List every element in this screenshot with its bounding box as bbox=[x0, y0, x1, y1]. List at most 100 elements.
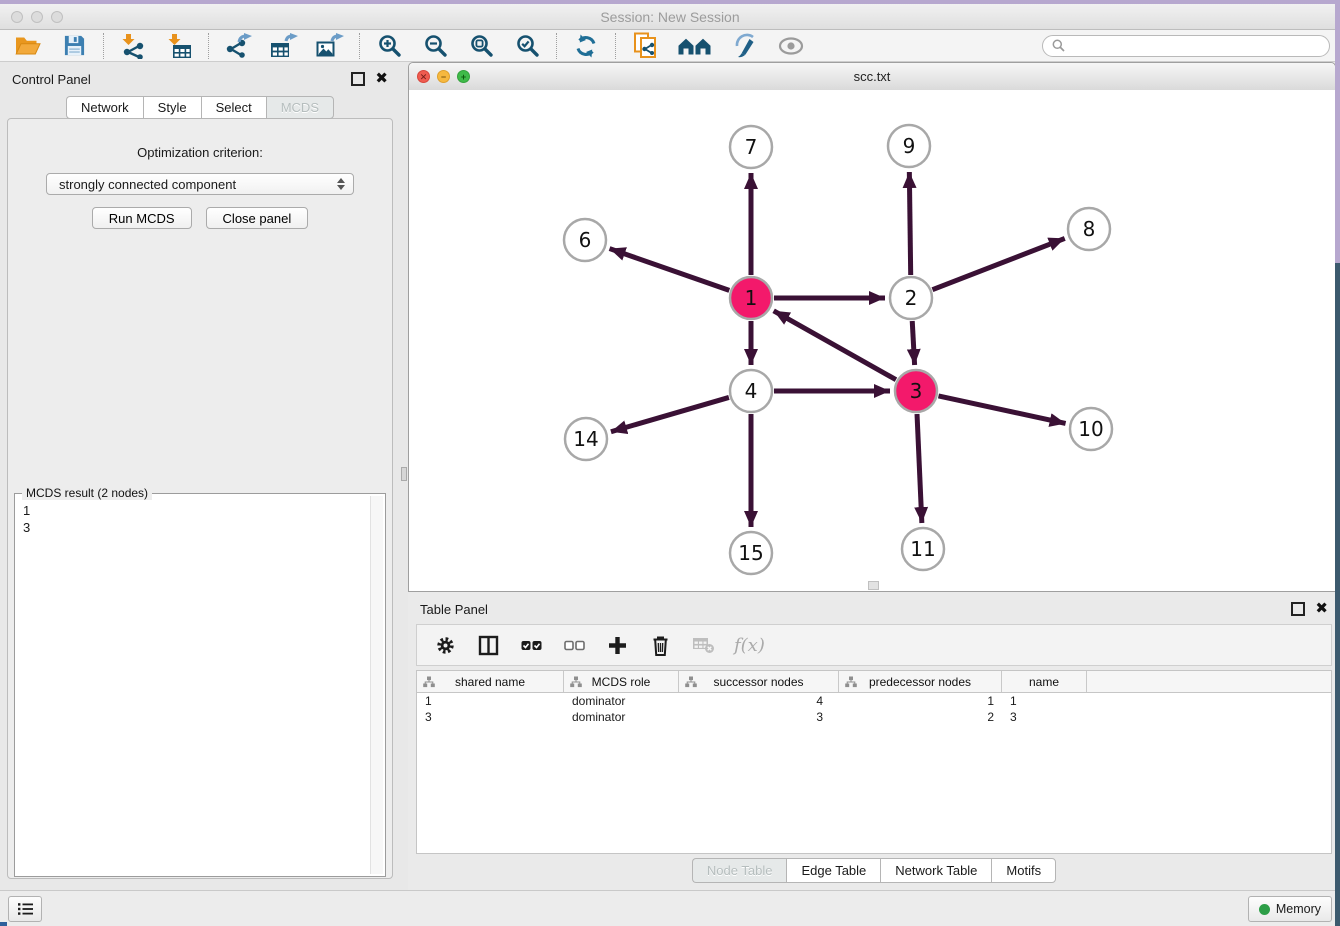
close-panel-button[interactable]: Close panel bbox=[206, 207, 309, 229]
graph-node-label: 10 bbox=[1078, 417, 1103, 441]
window-titlebar: Session: New Session bbox=[0, 4, 1340, 30]
memory-label: Memory bbox=[1276, 902, 1321, 916]
panel-splitter[interactable] bbox=[400, 62, 408, 890]
gear-icon bbox=[435, 635, 456, 656]
zoom-selected-button[interactable] bbox=[511, 32, 543, 60]
select-all-columns-button[interactable] bbox=[519, 633, 543, 657]
horizontal-scroll-handle[interactable] bbox=[868, 581, 879, 590]
close-panel-icon[interactable]: ✖ bbox=[375, 74, 388, 84]
tab-network-table[interactable]: Network Table bbox=[880, 858, 991, 883]
graph-edge-3-1[interactable] bbox=[774, 311, 896, 380]
memory-button[interactable]: Memory bbox=[1248, 896, 1332, 922]
graph-node-label: 2 bbox=[905, 286, 918, 310]
window-title: Session: New Session bbox=[0, 9, 1340, 25]
table-cell: 2 bbox=[839, 709, 1002, 725]
close-window-button[interactable] bbox=[11, 11, 23, 23]
search-icon bbox=[1052, 39, 1065, 52]
network-overview-button[interactable] bbox=[675, 32, 715, 60]
splitter-handle[interactable] bbox=[401, 467, 407, 481]
minimize-window-button[interactable] bbox=[31, 11, 43, 23]
result-scrollbar[interactable] bbox=[370, 496, 383, 874]
graph-node-label: 15 bbox=[738, 541, 763, 565]
table-cell: 3 bbox=[1002, 709, 1087, 725]
graph-node-label: 9 bbox=[903, 134, 916, 158]
column-header-mcds-role[interactable]: MCDS role bbox=[564, 671, 679, 692]
refresh-view-button[interactable] bbox=[570, 32, 602, 60]
import-network-button[interactable] bbox=[117, 32, 149, 60]
mcds-result-group: MCDS result (2 nodes) 1 3 bbox=[14, 493, 386, 877]
export-network-button[interactable] bbox=[222, 32, 254, 60]
column-header-successor-nodes[interactable]: successor nodes bbox=[679, 671, 839, 692]
float-table-panel-icon[interactable] bbox=[1291, 602, 1305, 616]
column-header-shared-name[interactable]: shared name bbox=[417, 671, 564, 692]
task-history-button[interactable] bbox=[8, 896, 42, 922]
tab-edge-table[interactable]: Edge Table bbox=[786, 858, 880, 883]
zoom-window-button[interactable] bbox=[51, 11, 63, 23]
graph-edge-2-8[interactable] bbox=[932, 238, 1064, 289]
column-header-name[interactable]: name bbox=[1002, 671, 1087, 692]
run-mcds-button[interactable]: Run MCDS bbox=[92, 207, 192, 229]
tab-node-table[interactable]: Node Table bbox=[692, 858, 787, 883]
open-session-button[interactable] bbox=[12, 32, 44, 60]
desktop-corner bbox=[0, 922, 7, 926]
float-panel-icon[interactable] bbox=[351, 72, 365, 86]
tab-motifs[interactable]: Motifs bbox=[991, 858, 1056, 883]
apply-style-button[interactable] bbox=[729, 32, 761, 60]
table-row[interactable]: 1dominator411 bbox=[417, 693, 1331, 709]
zoom-out-button[interactable] bbox=[419, 32, 451, 60]
criterion-select[interactable]: strongly connected component bbox=[46, 173, 354, 195]
column-header-predecessor-nodes[interactable]: predecessor nodes bbox=[839, 671, 1002, 692]
add-column-button[interactable] bbox=[605, 633, 629, 657]
column-settings-button[interactable] bbox=[433, 633, 457, 657]
delete-table-button bbox=[691, 633, 715, 657]
network-window-title: scc.txt bbox=[854, 69, 891, 84]
zoom-in-button[interactable] bbox=[373, 32, 405, 60]
network-maximize-button[interactable]: + bbox=[457, 70, 470, 83]
close-table-panel-icon[interactable]: ✖ bbox=[1315, 604, 1328, 614]
trash-icon bbox=[650, 634, 671, 656]
control-panel: Control Panel ✖ Network Style Select MCD… bbox=[0, 62, 400, 890]
network-close-button[interactable]: ✕ bbox=[417, 70, 430, 83]
show-column-panel-button[interactable] bbox=[476, 633, 500, 657]
graph-node-label: 6 bbox=[579, 228, 592, 252]
network-window-titlebar[interactable]: ✕ − + scc.txt bbox=[409, 63, 1335, 91]
network-view-window: ✕ − + scc.txt 7968124314101511 bbox=[408, 62, 1336, 592]
control-panel-tabs: Network Style Select MCDS bbox=[0, 96, 400, 119]
columns-icon bbox=[478, 635, 499, 656]
graph-edge-4-14[interactable] bbox=[611, 397, 729, 431]
export-image-button[interactable] bbox=[314, 32, 346, 60]
unchecked-boxes-icon bbox=[564, 635, 585, 656]
search-box[interactable] bbox=[1042, 35, 1330, 57]
show-hide-details-button[interactable] bbox=[775, 32, 807, 60]
table-cell: 1 bbox=[1002, 693, 1087, 709]
table-cell: 3 bbox=[679, 709, 839, 725]
table-row[interactable]: 3dominator323 bbox=[417, 709, 1331, 725]
graph-edge-3-11[interactable] bbox=[917, 414, 922, 523]
export-table-icon bbox=[270, 33, 298, 59]
save-session-button[interactable] bbox=[58, 32, 90, 60]
tab-select[interactable]: Select bbox=[201, 96, 266, 119]
import-table-button[interactable] bbox=[163, 32, 195, 60]
tab-mcds[interactable]: MCDS bbox=[266, 96, 334, 119]
graph-edge-3-10[interactable] bbox=[938, 396, 1065, 424]
network-window-controls: ✕ − + bbox=[417, 70, 470, 83]
table-panel-title: Table Panel bbox=[420, 602, 488, 617]
optimization-criterion-label: Optimization criterion: bbox=[8, 145, 392, 160]
tab-style[interactable]: Style bbox=[143, 96, 201, 119]
search-input[interactable] bbox=[1071, 37, 1320, 54]
mcds-result-text[interactable]: 1 3 bbox=[17, 496, 369, 874]
tab-network[interactable]: Network bbox=[66, 96, 143, 119]
graph-edge-2-3[interactable] bbox=[912, 321, 914, 365]
deselect-all-columns-button[interactable] bbox=[562, 633, 586, 657]
table-tabs: Node Table Edge Table Network Table Moti… bbox=[408, 858, 1340, 883]
delete-columns-button[interactable] bbox=[648, 633, 672, 657]
memory-status-dot bbox=[1259, 904, 1270, 915]
zoom-fit-button[interactable] bbox=[465, 32, 497, 60]
graph-edge-1-6[interactable] bbox=[610, 249, 730, 291]
network-canvas[interactable]: 7968124314101511 bbox=[409, 90, 1335, 591]
export-table-button[interactable] bbox=[268, 32, 300, 60]
graph-edge-2-9[interactable] bbox=[909, 172, 910, 275]
clone-network-button[interactable] bbox=[629, 32, 661, 60]
desktop-edge-top bbox=[0, 0, 1340, 4]
network-minimize-button[interactable]: − bbox=[437, 70, 450, 83]
